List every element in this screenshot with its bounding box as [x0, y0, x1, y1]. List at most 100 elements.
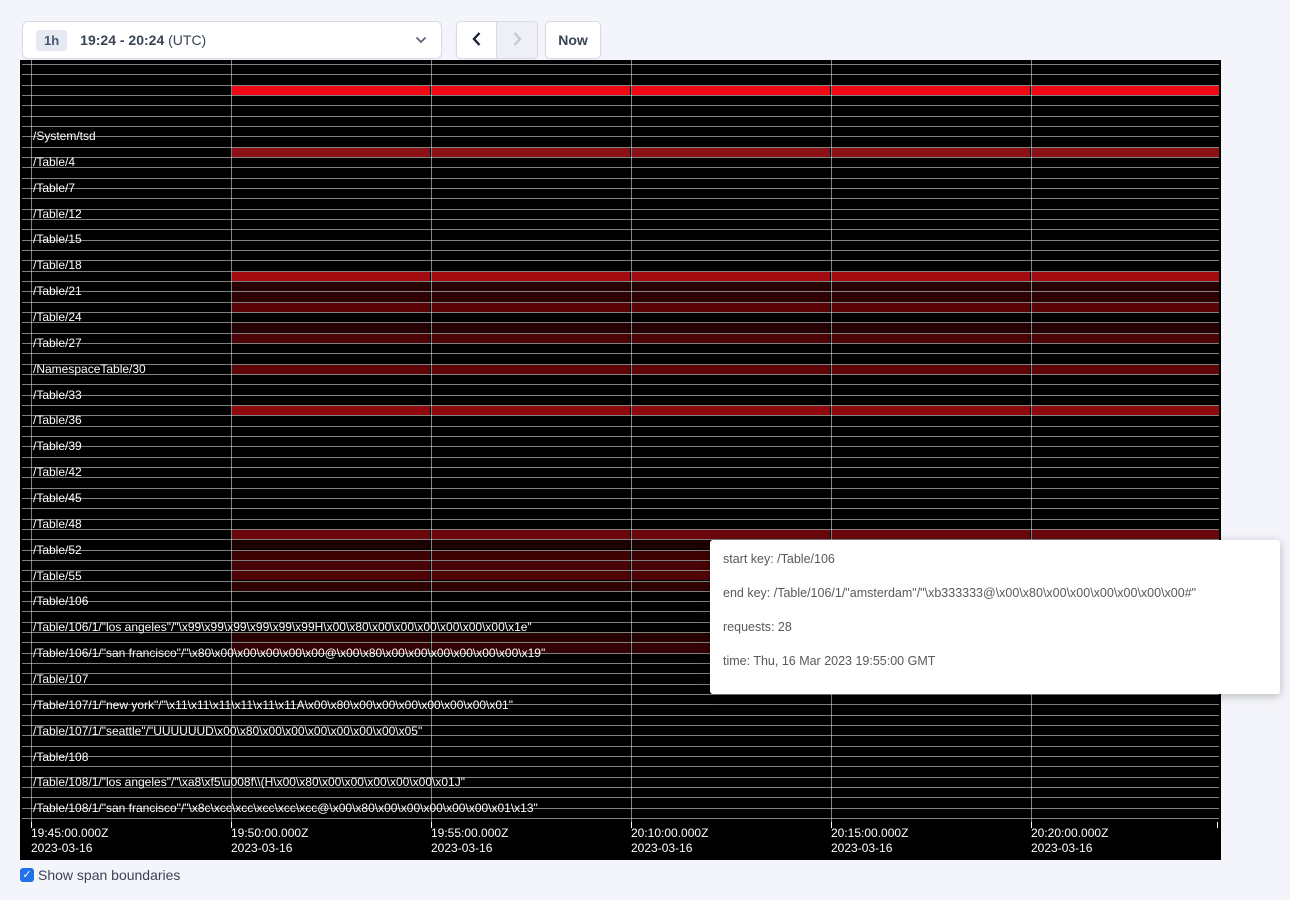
- span-activity-band: [432, 323, 630, 332]
- span-boundary-line: [22, 333, 1219, 334]
- axis-tick-date: 2023-03-16: [431, 841, 508, 856]
- span-boundary-line: [22, 519, 1219, 520]
- span-activity-band: [432, 365, 630, 374]
- span-activity-band: [432, 86, 630, 95]
- span-boundary-line: [22, 250, 1219, 251]
- span-boundary-line: [22, 715, 1219, 716]
- row-label: /Table/18: [33, 258, 82, 272]
- now-button[interactable]: Now: [545, 21, 601, 59]
- span-boundary-line: [22, 64, 1219, 65]
- row-label: /Table/4: [33, 155, 75, 169]
- row-label: /Table/33: [33, 388, 82, 402]
- row-label: /Table/107/1/"new york"/"\x11\x11\x11\x1…: [33, 698, 513, 712]
- span-boundary-line: [22, 477, 1219, 478]
- span-activity-band: [1032, 292, 1219, 301]
- span-activity-band: [232, 282, 430, 291]
- span-activity-band: [1032, 365, 1219, 374]
- span-activity-band: [632, 323, 830, 332]
- span-boundary-line: [22, 240, 1219, 241]
- show-span-boundaries-label: Show span boundaries: [38, 867, 180, 883]
- span-boundary-line: [22, 85, 1219, 86]
- row-label: /NamespaceTable/30: [33, 362, 146, 376]
- span-activity-band: [432, 272, 630, 281]
- prev-interval-button[interactable]: [457, 22, 497, 58]
- span-boundary-line: [22, 271, 1219, 272]
- span-activity-band: [1032, 86, 1219, 95]
- next-interval-button[interactable]: [497, 22, 537, 58]
- span-boundary-line: [22, 219, 1219, 220]
- span-activity-band: [432, 148, 630, 157]
- span-boundary-line: [22, 281, 1219, 282]
- row-label: /Table/24: [33, 310, 82, 324]
- axis-tick-date: 2023-03-16: [831, 841, 908, 856]
- axis-tick-label: 19:55:00.000Z2023-03-16: [431, 826, 508, 856]
- axis-tick-time: 19:45:00.000Z: [31, 826, 108, 841]
- row-label: /Table/108: [33, 750, 88, 764]
- span-activity-band: [832, 148, 1030, 157]
- span-boundary-line: [22, 229, 1219, 230]
- row-label: /Table/107: [33, 672, 88, 686]
- span-activity-band: [232, 582, 430, 591]
- span-boundary-line: [22, 529, 1219, 530]
- row-label: /Table/21: [33, 284, 82, 298]
- span-activity-band: [1032, 323, 1219, 332]
- time-range-timezone: (UTC): [164, 32, 206, 48]
- span-activity-band: [232, 571, 430, 580]
- time-range-value: 19:24 - 20:24: [80, 32, 164, 48]
- span-activity-band: [432, 406, 630, 415]
- span-boundary-line: [22, 746, 1219, 747]
- axis-tick: [1217, 822, 1218, 828]
- span-activity-band: [832, 365, 1030, 374]
- span-boundary-line: [22, 116, 1219, 117]
- row-label: /Table/36: [33, 413, 82, 427]
- time-gridline: [831, 60, 832, 822]
- tooltip-time: time: Thu, 16 Mar 2023 19:55:00 GMT: [723, 654, 1267, 668]
- show-span-boundaries-checkbox[interactable]: ✓: [20, 868, 34, 882]
- axis-tick-label: 20:10:00.000Z2023-03-16: [631, 826, 708, 856]
- span-activity-band: [832, 334, 1030, 343]
- row-label: /Table/106/1/"los angeles"/"\x99\x99\x99…: [33, 620, 532, 634]
- span-boundary-line: [22, 488, 1219, 489]
- span-activity-band: [232, 272, 430, 281]
- span-activity-band: [1032, 530, 1219, 539]
- axis-tick-date: 2023-03-16: [1031, 841, 1108, 856]
- span-boundary-line: [22, 818, 1219, 819]
- span-activity-band: [232, 148, 430, 157]
- span-activity-band: [432, 582, 630, 591]
- span-activity-band: [1032, 303, 1219, 312]
- row-label: /Table/106: [33, 594, 88, 608]
- span-boundary-line: [22, 797, 1219, 798]
- span-boundary-line: [22, 209, 1219, 210]
- span-activity-band: [232, 540, 430, 549]
- span-activity-band: [432, 571, 630, 580]
- span-boundary-line: [22, 302, 1219, 303]
- time-range-selector[interactable]: 1h 19:24 - 20:24 (UTC): [22, 21, 442, 59]
- span-activity-band: [1032, 282, 1219, 291]
- span-activity-band: [832, 86, 1030, 95]
- time-axis: 19:45:00.000Z 2023-03-16 19:50:00.000Z 2023…: [20, 822, 1221, 860]
- span-activity-band: [1032, 272, 1219, 281]
- span-activity-band: [632, 406, 830, 415]
- tooltip-requests: requests: 28: [723, 620, 1267, 634]
- row-label: /Table/42: [33, 465, 82, 479]
- time-nav-group: [456, 21, 538, 59]
- row-label: /Table/108/1/"los angeles"/"\xa8\xf5\u00…: [33, 775, 465, 789]
- axis-tick-time: 19:50:00.000Z: [231, 826, 308, 841]
- span-activity-band: [1032, 334, 1219, 343]
- row-label: /Table/15: [33, 232, 82, 246]
- span-boundary-line: [22, 74, 1219, 75]
- key-visualizer-canvas[interactable]: /System/tsd/Table/4/Table/7/Table/12/Tab…: [20, 60, 1221, 860]
- span-boundary-line: [22, 343, 1219, 344]
- row-label: /Table/106/1/"san francisco"/"\x80\x00\x…: [33, 646, 545, 660]
- span-boundary-line: [22, 167, 1219, 168]
- span-activity-band: [1032, 148, 1219, 157]
- span-activity-band: [232, 561, 430, 570]
- span-activity-band: [832, 272, 1030, 281]
- span-activity-band: [832, 530, 1030, 539]
- span-activity-band: [632, 530, 830, 539]
- row-label: /Table/108/1/"san francisco"/"\x8c\xcc\x…: [33, 801, 538, 815]
- span-activity-band: [432, 292, 630, 301]
- span-boundary-line: [22, 260, 1219, 261]
- span-activity-band: [632, 86, 830, 95]
- span-activity-band: [232, 292, 430, 301]
